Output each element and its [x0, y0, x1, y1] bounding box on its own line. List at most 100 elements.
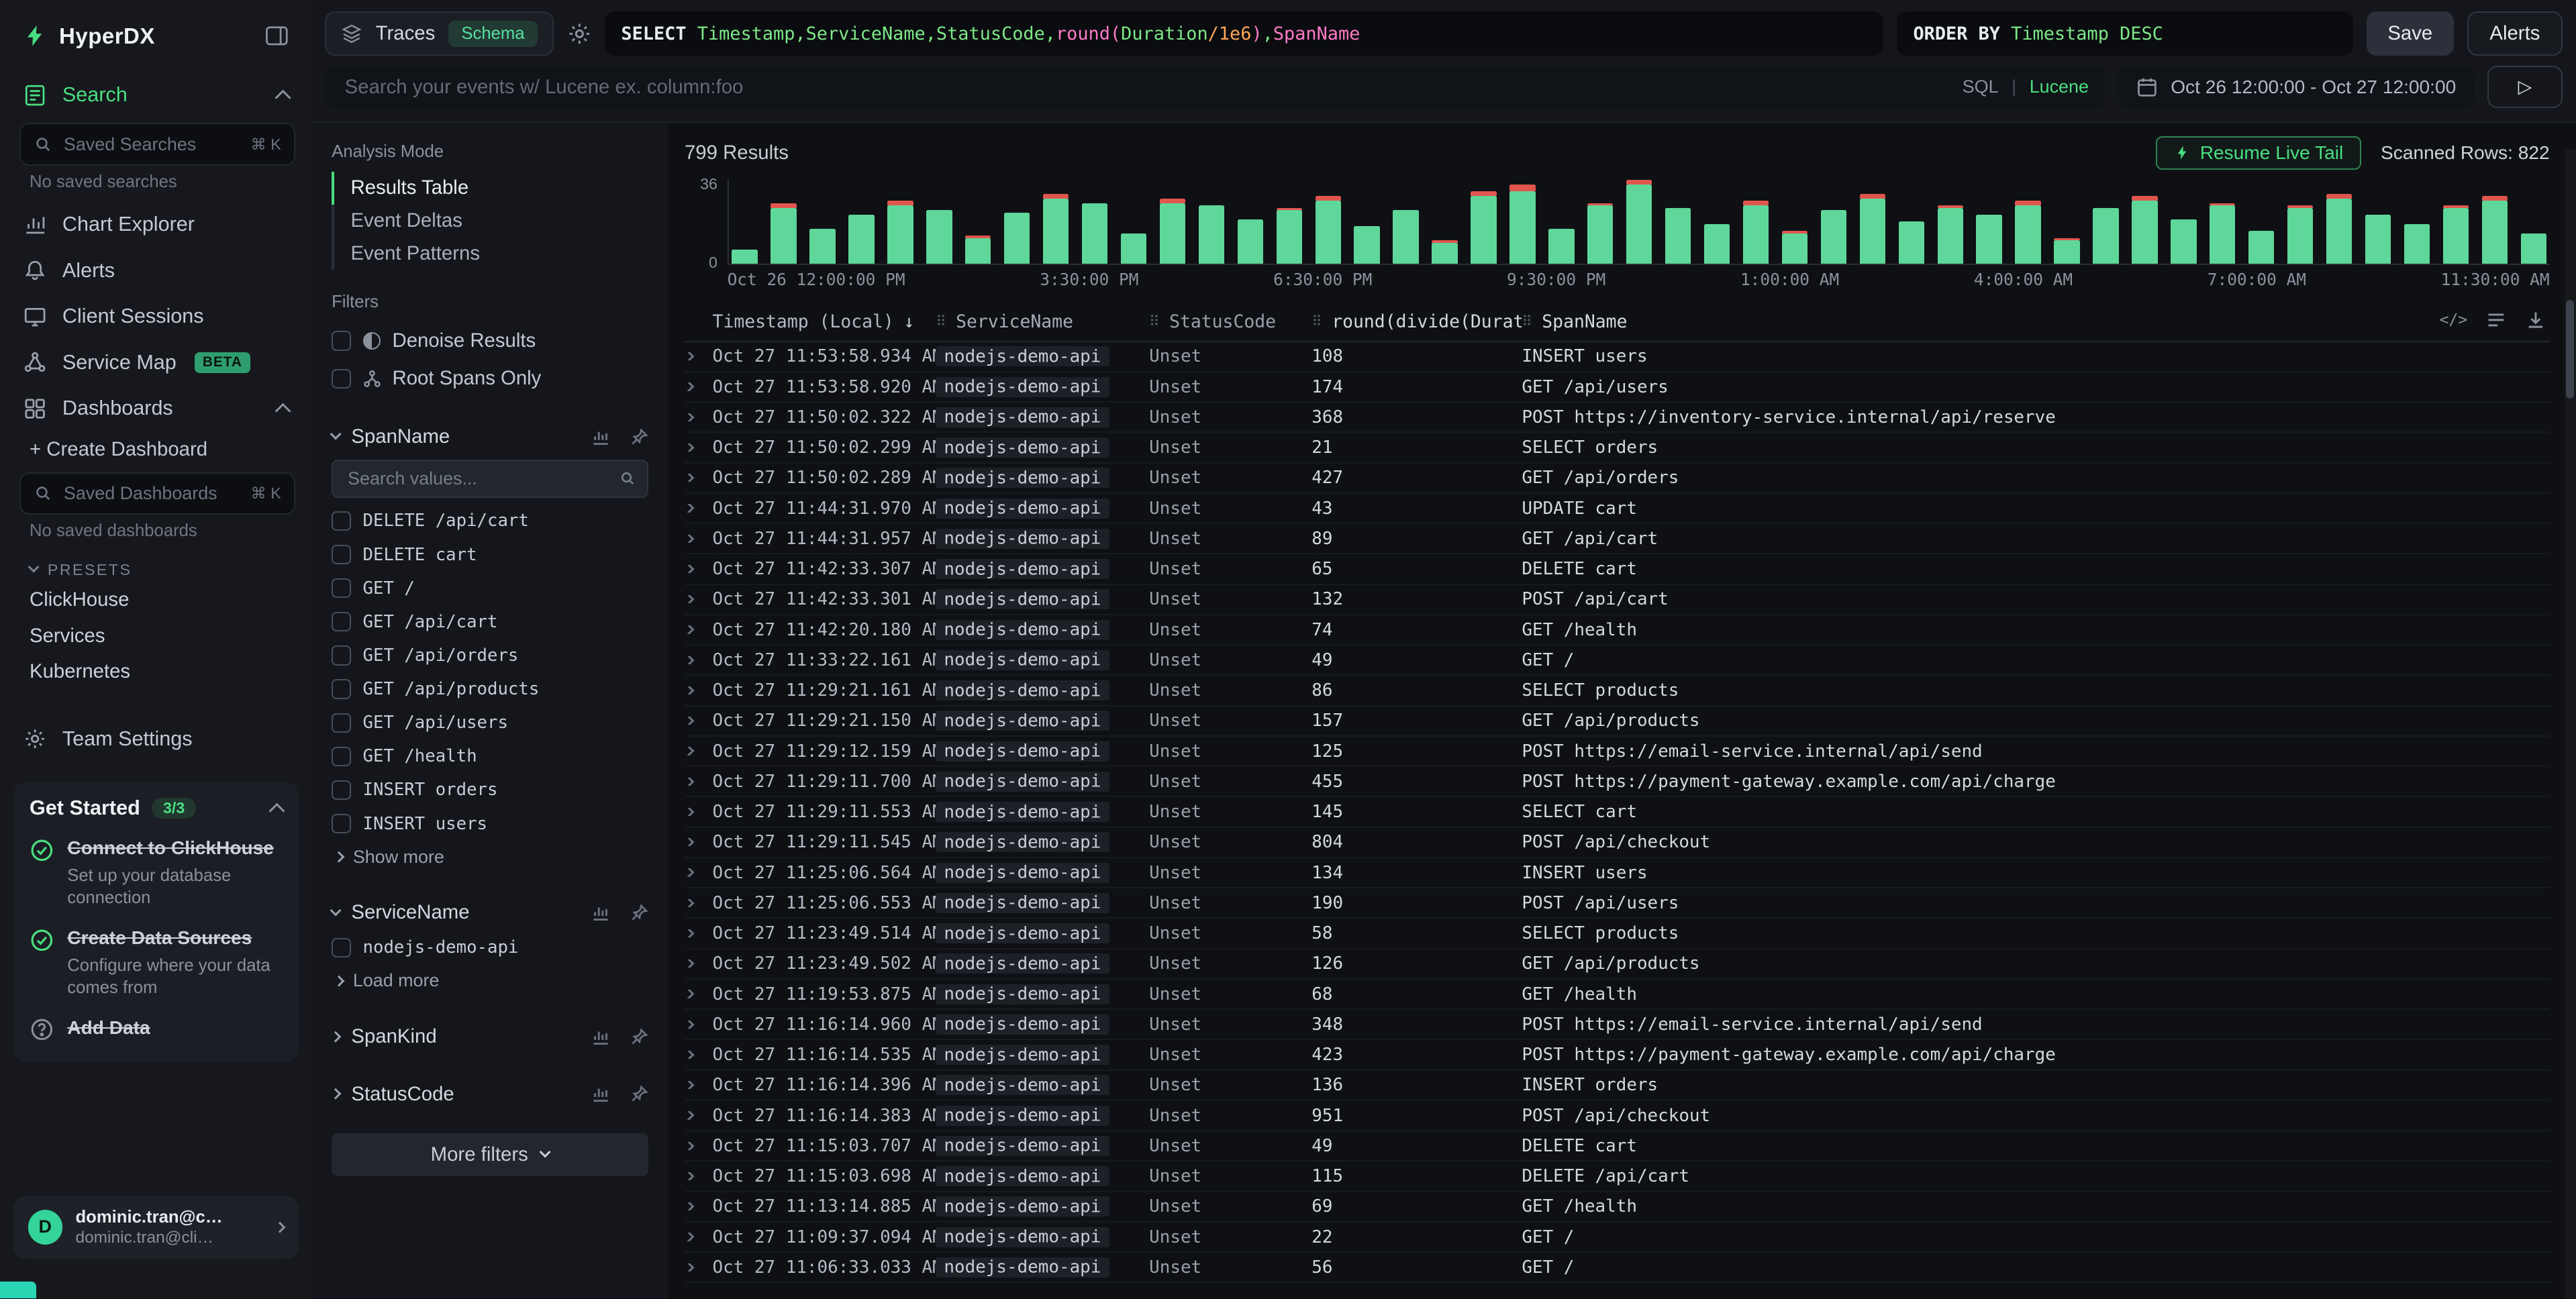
histogram-bar[interactable] — [1976, 180, 2001, 264]
facet-chart-icon[interactable] — [591, 904, 609, 922]
facet-chart-icon[interactable] — [591, 1028, 609, 1046]
expand-cell[interactable] — [685, 656, 713, 664]
checkbox[interactable] — [332, 814, 351, 833]
expand-cell[interactable] — [685, 990, 713, 998]
user-menu[interactable]: D dominic.tran@c… dominic.tran@cli… — [13, 1196, 299, 1259]
saved-dashboards-input[interactable]: Saved Dashboards ⌘ K — [19, 472, 295, 515]
histogram-bar[interactable] — [1432, 180, 1457, 264]
facet-pin-icon[interactable] — [630, 1028, 648, 1046]
expand-cell[interactable] — [685, 868, 713, 876]
drag-handle-icon[interactable]: ⠿ — [1522, 313, 1532, 329]
checkbox[interactable] — [332, 780, 351, 800]
mode-sql-toggle[interactable]: SQL — [1963, 76, 1999, 97]
sidebar-item-client-sessions[interactable]: Client Sessions — [0, 293, 312, 339]
expand-cell[interactable] — [685, 474, 713, 482]
histogram-bar[interactable] — [809, 180, 835, 264]
expand-cell[interactable] — [685, 1172, 713, 1180]
expand-cell[interactable] — [685, 444, 713, 452]
orderby-editor[interactable]: ORDER BY Timestamp DESC — [1897, 11, 2353, 56]
histogram-bar[interactable] — [1743, 180, 1769, 264]
facet-more[interactable]: Show more — [332, 841, 648, 874]
expand-cell[interactable] — [685, 625, 713, 633]
facet-value[interactable]: GET /api/cart — [332, 605, 648, 639]
histogram-bar[interactable] — [887, 180, 913, 264]
collapse-sidebar-icon[interactable] — [264, 23, 289, 48]
facet-chart-icon[interactable] — [591, 428, 609, 446]
expand-cell[interactable] — [685, 747, 713, 755]
table-row[interactable]: Oct 27 11:42:33.307 AMnodejs-demo-apiUns… — [685, 554, 2550, 584]
facet-pin-icon[interactable] — [630, 1085, 648, 1103]
sidebar-item-dashboards[interactable]: Dashboards — [0, 385, 312, 431]
expand-cell[interactable] — [685, 1081, 713, 1089]
histogram-bar[interactable] — [2521, 180, 2546, 264]
column-header-0[interactable]: Timestamp (Local)↓ — [713, 311, 936, 332]
expand-cell[interactable] — [685, 899, 713, 907]
histogram-bar[interactable] — [1354, 180, 1379, 264]
histogram-bar[interactable] — [848, 180, 874, 264]
table-row[interactable]: Oct 27 11:42:20.180 AMnodejs-demo-apiUns… — [685, 615, 2550, 645]
preset-clickhouse[interactable]: ClickHouse — [0, 582, 312, 618]
facet-header[interactable]: StatusCode — [332, 1076, 648, 1112]
facet-value[interactable]: GET /api/users — [332, 706, 648, 739]
code-view-icon[interactable]: </> — [2439, 311, 2467, 329]
table-row[interactable]: Oct 27 11:25:06.564 AMnodejs-demo-apiUns… — [685, 858, 2550, 888]
histogram-bar[interactable] — [1665, 180, 1691, 264]
histogram-bar[interactable] — [1199, 180, 1224, 264]
table-row[interactable]: Oct 27 11:44:31.957 AMnodejs-demo-apiUns… — [685, 524, 2550, 554]
table-row[interactable]: Oct 27 11:15:03.698 AMnodejs-demo-apiUns… — [685, 1161, 2550, 1192]
checkbox[interactable] — [332, 511, 351, 531]
expand-cell[interactable] — [685, 352, 713, 360]
sql-query-editor[interactable]: SELECT Timestamp,ServiceName,StatusCode,… — [605, 11, 1884, 56]
saved-searches-input[interactable]: Saved Searches ⌘ K — [19, 123, 295, 166]
collapse-card-icon[interactable] — [268, 802, 285, 819]
drag-handle-icon[interactable]: ⠿ — [1149, 313, 1159, 329]
create-dashboard-button[interactable]: + Create Dashboard — [0, 431, 312, 468]
expand-cell[interactable] — [685, 1021, 713, 1029]
source-settings-gear-icon[interactable] — [567, 21, 592, 46]
expand-cell[interactable] — [685, 717, 713, 725]
analysis-mode-option[interactable]: Event Deltas — [332, 205, 648, 238]
column-header-4[interactable]: ⠿SpanName — [1522, 311, 2549, 332]
analysis-mode-option[interactable]: Event Patterns — [332, 237, 648, 270]
mode-lucene-toggle[interactable]: Lucene — [2030, 76, 2089, 97]
table-row[interactable]: Oct 27 11:23:49.514 AMnodejs-demo-apiUns… — [685, 919, 2550, 949]
histogram-bar[interactable] — [771, 180, 796, 264]
facet-header[interactable]: ServiceName — [332, 894, 648, 931]
schema-button[interactable]: Schema — [448, 21, 538, 47]
preset-services[interactable]: Services — [0, 618, 312, 654]
histogram-bar[interactable] — [732, 180, 757, 264]
histogram-bar[interactable] — [1238, 180, 1263, 264]
histogram-bar[interactable] — [1277, 180, 1302, 264]
facet-value[interactable]: DELETE /api/cart — [332, 504, 648, 537]
preset-kubernetes[interactable]: Kubernetes — [0, 654, 312, 690]
checkbox[interactable] — [332, 578, 351, 598]
table-row[interactable]: Oct 27 11:16:14.396 AMnodejs-demo-apiUns… — [685, 1071, 2550, 1101]
alerts-button[interactable]: Alerts — [2467, 11, 2563, 56]
sort-arrow-icon[interactable]: ↓ — [903, 311, 914, 332]
histogram-bar[interactable] — [1121, 180, 1146, 264]
expand-cell[interactable] — [685, 959, 713, 968]
scrollbar-thumb[interactable] — [2566, 300, 2574, 399]
table-row[interactable]: Oct 27 11:50:02.299 AMnodejs-demo-apiUns… — [685, 433, 2550, 463]
facet-pin-icon[interactable] — [630, 428, 648, 446]
expand-cell[interactable] — [685, 838, 713, 846]
expand-cell[interactable] — [685, 929, 713, 937]
checkbox[interactable] — [332, 369, 351, 388]
date-range-picker[interactable]: Oct 26 12:00:00 - Oct 27 12:00:00 — [2118, 66, 2474, 109]
table-row[interactable]: Oct 27 11:09:37.094 AMnodejs-demo-apiUns… — [685, 1223, 2550, 1253]
facet-value[interactable]: GET /api/products — [332, 672, 648, 706]
event-search-input[interactable] — [342, 74, 1949, 100]
histogram-bar[interactable] — [1860, 180, 1885, 264]
histogram-bar[interactable] — [2248, 180, 2274, 264]
filter-toggle[interactable]: Denoise Results — [332, 322, 648, 360]
checkbox[interactable] — [332, 713, 351, 733]
histogram-bar[interactable] — [2287, 180, 2313, 264]
more-filters-button[interactable]: More filters — [332, 1133, 648, 1176]
get-started-step[interactable]: Connect to ClickHouseSet up your databas… — [30, 836, 283, 909]
histogram-bar[interactable] — [1704, 180, 1730, 264]
expand-cell[interactable] — [685, 565, 713, 573]
expand-cell[interactable] — [685, 1051, 713, 1059]
sidebar-item-team-settings[interactable]: Team Settings — [0, 716, 312, 762]
table-row[interactable]: Oct 27 11:50:02.289 AMnodejs-demo-apiUns… — [685, 464, 2550, 494]
histogram-bar[interactable] — [1821, 180, 1846, 264]
